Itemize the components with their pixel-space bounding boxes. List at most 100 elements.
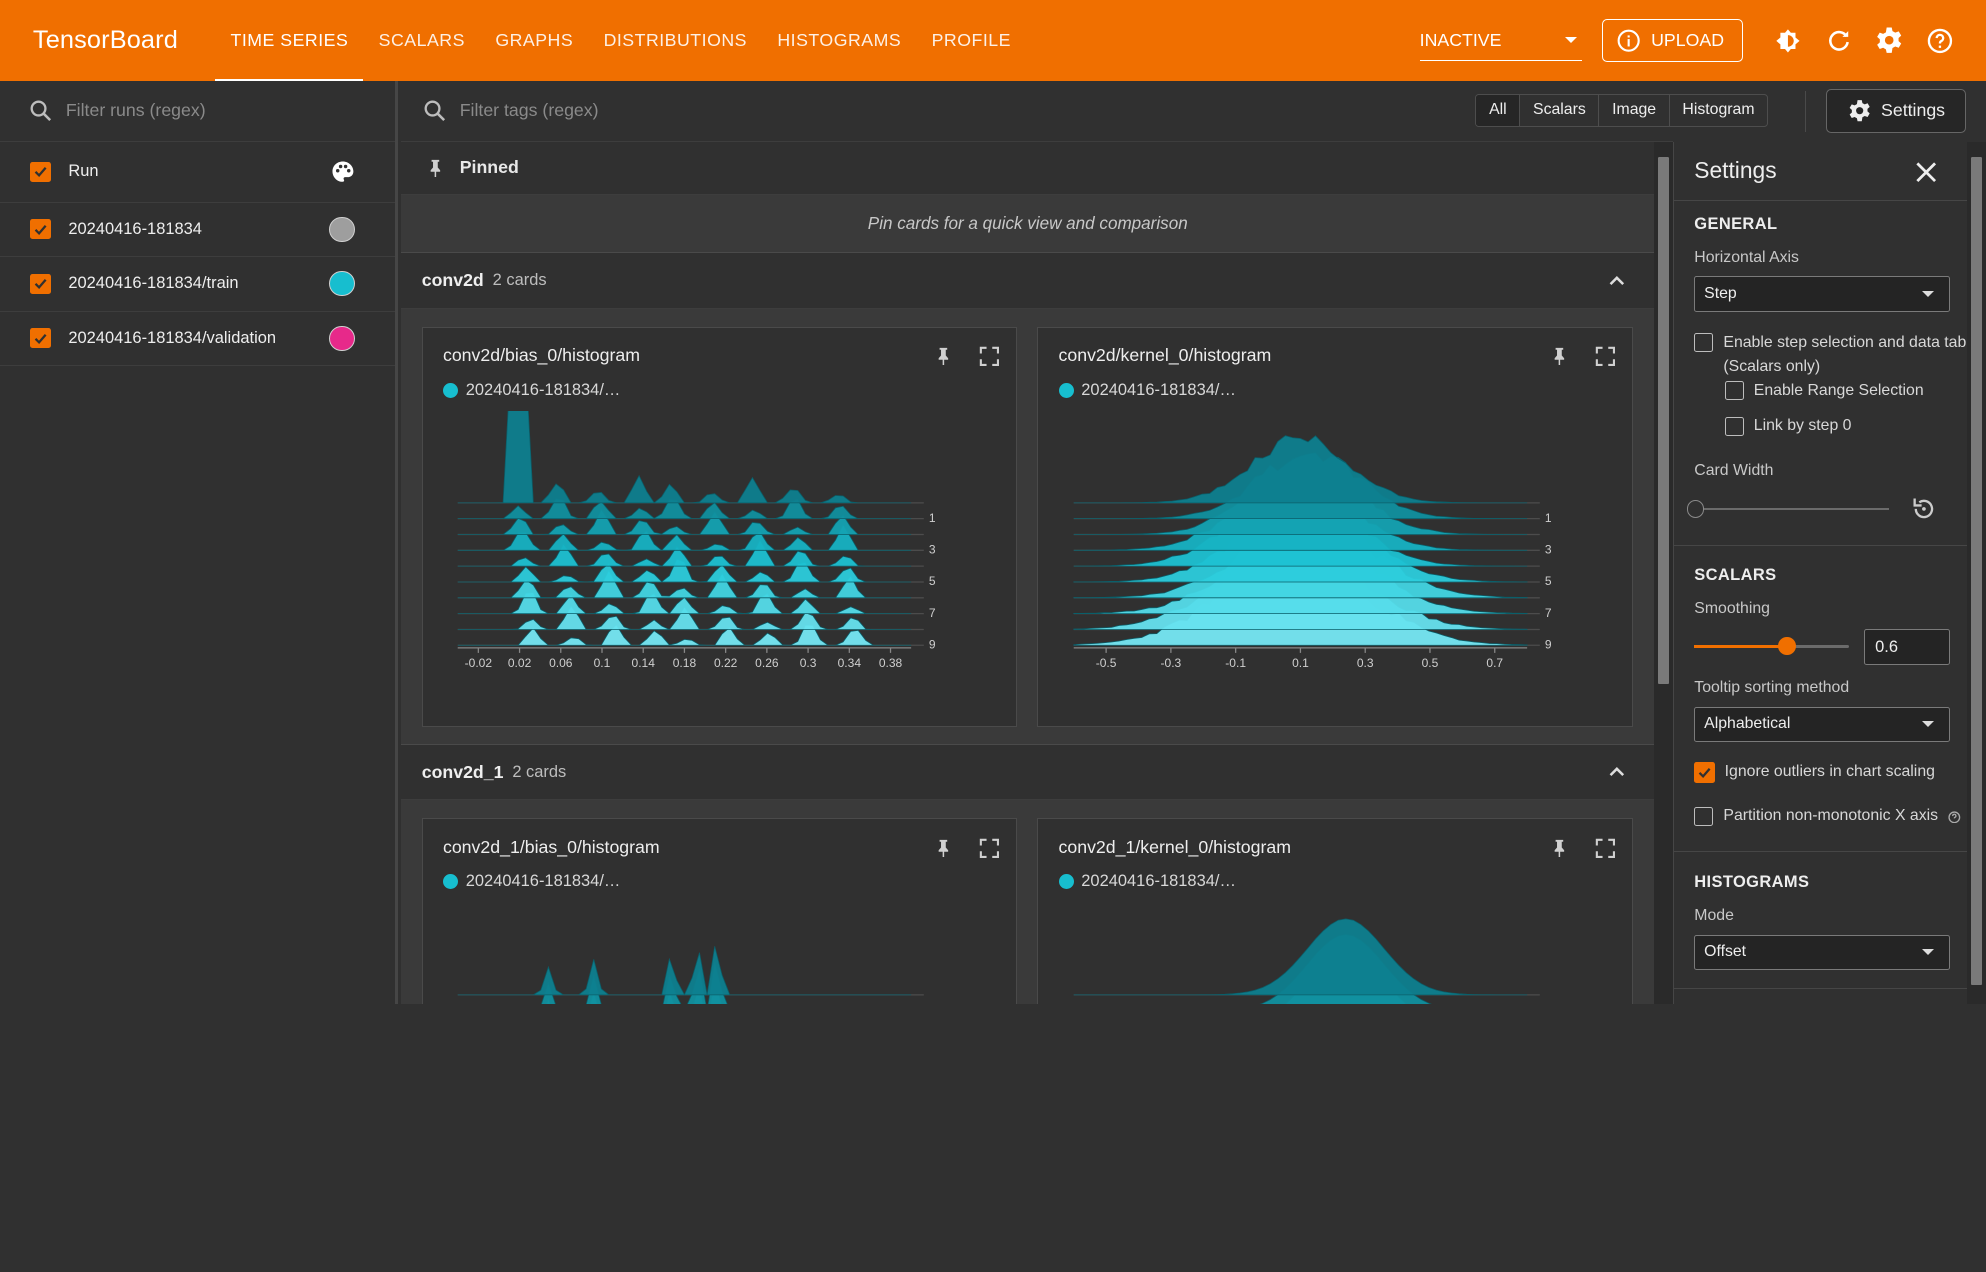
filter-all-button[interactable]: All — [1476, 94, 1521, 126]
fullscreen-icon[interactable] — [978, 345, 1001, 368]
main-scrollbar-thumb[interactable] — [1657, 157, 1670, 684]
close-icon[interactable] — [1911, 157, 1941, 187]
x-tick-label: 0.1 — [594, 656, 611, 670]
card-title: conv2d_1/bias_0/histogram — [442, 836, 660, 857]
card-title: conv2d_1/kernel_0/histogram — [1058, 836, 1291, 857]
histogram-chart[interactable] — [440, 903, 997, 1005]
partition-checkbox[interactable]: Partition non-monotonic X axis — [1694, 804, 1961, 828]
card-group-header[interactable]: conv2d_1 2 cards — [401, 744, 1655, 801]
settings-toggle-button[interactable]: Settings — [1826, 88, 1966, 133]
main-scrollbar[interactable] — [1654, 141, 1674, 1005]
run-checkbox[interactable] — [30, 219, 51, 240]
run-color-swatch[interactable] — [329, 271, 355, 297]
histogram-chart[interactable] — [1056, 903, 1613, 1005]
histogram-mode-select[interactable]: Offset — [1694, 934, 1951, 971]
fullscreen-icon[interactable] — [1594, 837, 1617, 860]
fullscreen-icon[interactable] — [1594, 345, 1617, 368]
link-by-step-checkbox[interactable]: Link by step 0 — [1724, 414, 1852, 438]
chevron-down-icon — [1921, 290, 1934, 297]
upload-button[interactable]: UPLOAD — [1602, 19, 1743, 63]
tab-profile[interactable]: PROFILE — [916, 0, 1026, 81]
run-checkbox[interactable] — [30, 328, 51, 349]
top-app-bar: TensorBoard TIME SERIES SCALARS GRAPHS D… — [0, 0, 1986, 82]
run-row[interactable]: 20240416-181834/train — [0, 257, 395, 312]
x-tick-label: 0.5 — [1422, 656, 1439, 670]
pinned-title: Pinned — [459, 157, 519, 178]
run-checkbox[interactable] — [30, 273, 51, 294]
tooltip-sort-select[interactable]: Alphabetical — [1694, 706, 1951, 743]
y-tick-label: 9 — [929, 638, 936, 652]
chevron-up-icon[interactable] — [1608, 765, 1626, 778]
pin-icon[interactable] — [932, 837, 955, 860]
tab-time-series[interactable]: TIME SERIES — [215, 0, 364, 82]
x-tick-label: 0.3 — [800, 656, 817, 670]
tags-filter-input[interactable] — [459, 100, 967, 122]
scalars-heading: SCALARS — [1694, 566, 1777, 585]
histogram-chart[interactable]: -0.02 0.02 0.06 0.1 0.14 0.18 0.22 0.26 0.3 0.34 0… — [440, 411, 997, 690]
filter-image-button[interactable]: Image — [1599, 94, 1670, 126]
card-run-name: 20240416-181834/… — [465, 872, 621, 891]
card-run-name: 20240416-181834/… — [1081, 872, 1236, 891]
tab-distributions[interactable]: DISTRIBUTIONS — [588, 0, 762, 81]
inactive-plugins-select[interactable]: INACTIVE — [1419, 20, 1582, 61]
settings-scrollbar[interactable] — [1966, 141, 1986, 1005]
smoothing-value-input[interactable]: 0.6 — [1864, 629, 1951, 665]
card-actions — [1548, 837, 1616, 860]
smoothing-slider-track[interactable] — [1694, 637, 1849, 655]
histogram-series — [1073, 435, 1528, 504]
pin-icon[interactable] — [932, 345, 955, 368]
ignore-outliers-checkbox[interactable]: Ignore outliers in chart scaling — [1694, 760, 1935, 784]
histogram-series — [546, 977, 723, 1005]
y-tick-label: 7 — [1545, 606, 1552, 620]
runs-filter-input[interactable] — [65, 100, 370, 122]
chevron-down-icon — [1921, 949, 1934, 956]
x-tick-label: -0.1 — [1225, 656, 1246, 670]
range-selection-checkbox[interactable]: Enable Range Selection — [1724, 379, 1924, 403]
pin-icon[interactable] — [1548, 837, 1571, 860]
card-width-slider-track[interactable] — [1694, 507, 1890, 511]
run-color-swatch[interactable] — [329, 216, 355, 242]
run-row[interactable]: 20240416-181834 — [0, 203, 395, 258]
histogram-chart[interactable]: -0.5 -0.3 -0.1 0.1 0.3 0.5 0.7 1 3 5 7 9 — [1056, 411, 1613, 690]
check-icon — [1698, 768, 1711, 779]
run-row[interactable]: 20240416-181834/validation — [0, 312, 395, 366]
tab-scalars[interactable]: SCALARS — [363, 0, 480, 81]
smoothing-slider-knob[interactable] — [1778, 637, 1796, 655]
nav-tabs: TIME SERIES SCALARS GRAPHS DISTRIBUTIONS… — [215, 0, 1026, 82]
divider — [1674, 851, 1986, 853]
filter-histogram-button[interactable]: Histogram — [1670, 95, 1767, 126]
pin-icon[interactable] — [1548, 345, 1571, 368]
palette-icon[interactable] — [329, 158, 357, 186]
run-color-dot — [1058, 874, 1074, 890]
fullscreen-icon[interactable] — [978, 837, 1001, 860]
pinned-empty-message: Pin cards for a quick view and compariso… — [401, 195, 1655, 254]
select-all-runs-checkbox[interactable] — [30, 161, 51, 182]
horizontal-axis-select[interactable]: Step — [1694, 276, 1951, 312]
card-width-slider-knob[interactable] — [1686, 500, 1705, 518]
check-icon — [34, 167, 47, 178]
settings-scrollbar-thumb[interactable] — [1970, 157, 1983, 986]
tab-graphs[interactable]: GRAPHS — [480, 0, 588, 81]
run-color-swatch[interactable] — [329, 325, 355, 351]
reset-icon[interactable] — [1910, 495, 1938, 523]
help-icon[interactable] — [1948, 810, 1961, 824]
divider — [1674, 987, 1986, 990]
theme-toggle-button[interactable] — [1763, 15, 1814, 66]
step-selection-checkbox[interactable]: Enable step selection and data table (Sca… — [1694, 331, 1985, 379]
card-actions — [1548, 345, 1616, 368]
checkbox-box — [1724, 416, 1744, 436]
refresh-button[interactable] — [1814, 15, 1865, 66]
chevron-up-icon[interactable] — [1608, 274, 1626, 287]
settings-button-top[interactable] — [1864, 15, 1915, 66]
x-tick-label: -0.02 — [465, 656, 493, 670]
tab-histograms[interactable]: HISTOGRAMS — [762, 0, 916, 81]
help-button[interactable] — [1915, 15, 1966, 66]
card-title: conv2d/kernel_0/histogram — [1058, 345, 1272, 366]
histogram-card: conv2d/kernel_0/histogram 20240416-18183… — [1037, 326, 1633, 727]
card-group-header[interactable]: conv2d 2 cards — [401, 253, 1655, 309]
link-by-step-label: Link by step 0 — [1753, 417, 1852, 435]
checkbox-box — [1694, 806, 1714, 826]
main-area: All Scalars Image Histogram Settings Pin… — [401, 81, 1966, 1005]
filter-scalars-button[interactable]: Scalars — [1520, 94, 1600, 126]
search-icon — [30, 100, 51, 122]
